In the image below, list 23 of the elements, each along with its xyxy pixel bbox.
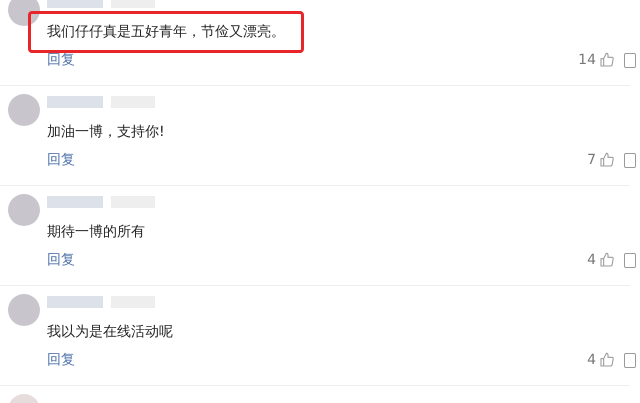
comment-icon[interactable] — [624, 52, 636, 68]
avatar[interactable] — [8, 0, 40, 26]
blurred-username — [47, 296, 103, 308]
comment-text: 期待一博的所有 — [47, 223, 145, 242]
comment-text: 加油一博，支持你! — [47, 123, 165, 142]
reply-link[interactable]: 回复 — [47, 250, 75, 270]
comment-text: 我们仔仔真是五好青年，节俭又漂亮。 — [28, 11, 304, 53]
thumbs-up-icon[interactable] — [599, 352, 615, 368]
blurred-username — [47, 96, 103, 108]
reply-link[interactable]: 回复 — [47, 150, 75, 170]
like-count: 14 — [578, 50, 596, 70]
thumbs-up-icon[interactable] — [599, 52, 615, 68]
like-count: 4 — [587, 250, 596, 270]
comment-icon[interactable] — [624, 252, 636, 268]
comment-text: 我以为是在线活动呢 — [47, 323, 173, 342]
comment-icon[interactable] — [624, 152, 636, 168]
thumbs-up-icon[interactable] — [599, 152, 615, 168]
like-count: 4 — [587, 350, 596, 370]
like-count: 7 — [587, 150, 596, 170]
comment-icon[interactable] — [624, 352, 636, 368]
blurred-username — [47, 196, 103, 208]
thumbs-up-icon[interactable] — [599, 252, 615, 268]
reply-link[interactable]: 回复 — [47, 350, 75, 370]
